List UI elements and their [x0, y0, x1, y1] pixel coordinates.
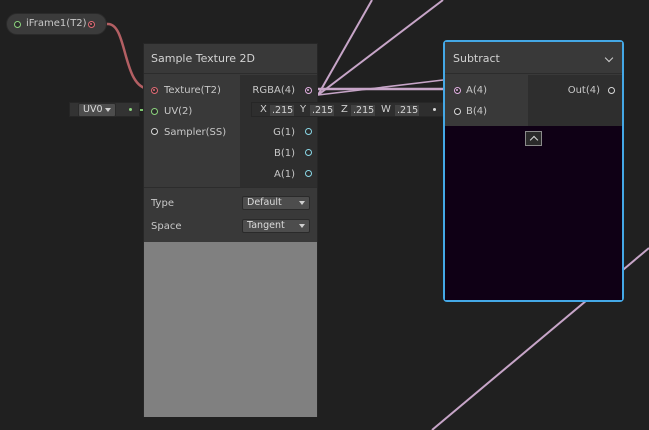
sampler-input-label: Sampler(SS) [164, 127, 227, 138]
type-label: Type [151, 198, 174, 209]
b-input-label: B(4) [466, 106, 488, 117]
a-input-port[interactable] [454, 87, 461, 94]
uv-dropdown[interactable]: UV0 [78, 103, 116, 117]
subtract-node-preview [445, 126, 622, 300]
space-dropdown-value: Tangent [247, 220, 285, 231]
subtract-node[interactable]: Subtract A(4) B(4) Out(4) [443, 40, 624, 302]
subtract-node-header[interactable]: Subtract [445, 42, 622, 74]
sample-node-header[interactable]: Sample Texture 2D [144, 44, 317, 74]
a-input-label: A(4) [466, 85, 488, 96]
subtract-node-title: Subtract [453, 52, 500, 65]
sample-node-title: Sample Texture 2D [151, 52, 255, 65]
property-node[interactable]: iFrame1(T2) [6, 13, 107, 35]
w-axis-label: W [381, 104, 391, 115]
chevron-down-icon [299, 224, 305, 228]
x-value-field[interactable]: .215 [270, 105, 294, 116]
out-output-label: Out(4) [567, 85, 600, 96]
z-axis-label: Z [341, 104, 348, 115]
chevron-down-icon [105, 108, 111, 112]
sample-node-inputs: Texture(T2) UV(2) Sampler(SS) [144, 75, 240, 187]
a-output-port[interactable] [305, 170, 312, 177]
b-output-port[interactable] [305, 149, 312, 156]
wire-bg-2 [317, 0, 444, 96]
wire-bg-1 [317, 0, 373, 96]
a-output-label: A(1) [273, 169, 295, 180]
chevron-down-icon [299, 201, 305, 205]
property-label: iFrame1(T2) [26, 18, 87, 29]
z-value-field[interactable]: .215 [351, 105, 375, 116]
g-output-label: G(1) [273, 127, 295, 138]
y-axis-label: Y [300, 104, 307, 115]
uv-input-port[interactable] [151, 108, 158, 115]
property-output-port[interactable] [88, 21, 95, 28]
subtract-node-outputs: Out(4) [528, 75, 622, 126]
chevron-up-icon [529, 135, 539, 145]
b-output-label: B(1) [273, 148, 295, 159]
space-dropdown[interactable]: Tangent [242, 219, 310, 233]
sample-texture-2d-node[interactable]: Sample Texture 2D Texture(T2) UV(2) Samp… [143, 43, 318, 417]
uv-dropdown-value: UV0 [83, 104, 103, 115]
sampler-input-port[interactable] [151, 128, 158, 135]
w-value-field[interactable]: .215 [395, 105, 419, 116]
type-dropdown-value: Default [247, 197, 282, 208]
uv-input-label: UV(2) [164, 106, 193, 117]
rgba-output-port[interactable] [305, 87, 312, 94]
type-dropdown[interactable]: Default [242, 196, 310, 210]
vector-link-dot-icon [433, 108, 436, 111]
sample-node-settings: Type Default Space Tangent [144, 187, 317, 241]
chevron-down-icon[interactable] [604, 53, 614, 63]
sample-node-outputs: RGBA(4) G(1) B(1) A(1) [240, 75, 317, 187]
b-input-port[interactable] [454, 108, 461, 115]
collapse-preview-button[interactable] [525, 131, 542, 146]
y-value-field[interactable]: .215 [310, 105, 334, 116]
uv-link-dot-icon [129, 108, 132, 111]
texture-input-label: Texture(T2) [164, 85, 221, 96]
g-output-port[interactable] [305, 128, 312, 135]
space-label: Space [151, 221, 182, 232]
sample-node-preview [144, 242, 317, 417]
property-port-icon [14, 21, 21, 28]
subtract-node-inputs: A(4) B(4) [445, 75, 528, 126]
out-output-port[interactable] [608, 87, 615, 94]
rgba-output-label: RGBA(4) [252, 85, 295, 96]
texture-input-port[interactable] [151, 87, 158, 94]
uv-input-field: UV0 [69, 102, 140, 117]
wire-bg-3 [317, 79, 444, 96]
vector-input-field: X .215 Y .215 Z .215 W .215 [251, 102, 444, 117]
x-axis-label: X [260, 104, 267, 115]
